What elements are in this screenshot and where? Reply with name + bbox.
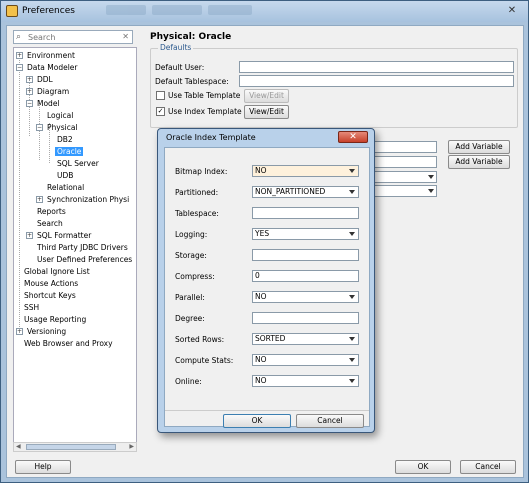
compress-label: Compress: [175, 272, 215, 281]
compute-stats-label: Compute Stats: [175, 356, 234, 365]
scroll-right-icon[interactable]: ▶ [129, 443, 134, 450]
tree-item-physical[interactable]: − Physical [36, 122, 78, 133]
sorted-rows-select[interactable]: SORTED [252, 333, 359, 345]
clear-search-icon[interactable]: ✕ [122, 32, 129, 41]
preferences-window: Preferences ✕ ⌕ ✕ +Environment −Data Mod… [0, 0, 529, 483]
bitmap-index-select[interactable]: NO [252, 165, 359, 177]
dialog-body: Bitmap Index: NO Partitioned: NON_PARTIT… [164, 147, 370, 428]
tree-item-web-browser[interactable]: Web Browser and Proxy [24, 338, 113, 349]
use-table-template-label: Use Table Template [168, 91, 241, 100]
tree-item-mouse-actions[interactable]: Mouse Actions [24, 278, 78, 289]
tree-item-udb[interactable]: UDB [57, 170, 73, 181]
use-index-template-checkbox[interactable]: ✓ [156, 107, 165, 116]
compress-field[interactable]: 0 [252, 270, 359, 282]
bitmap-index-label: Bitmap Index: [175, 167, 228, 176]
dialog-separator [165, 410, 369, 411]
tree-item-diagram[interactable]: + Diagram [26, 86, 69, 97]
tree-horizontal-scrollbar[interactable]: ◀ ▶ [13, 442, 137, 452]
window-title: Preferences [22, 6, 75, 16]
sorted-rows-label: Sorted Rows: [175, 335, 225, 344]
tree-item-ddl[interactable]: + DDL [26, 74, 53, 85]
tablespace-field[interactable] [252, 207, 359, 219]
preferences-tree[interactable]: + Environment − Data Modeler + DDL + Diagram… [13, 47, 137, 451]
tree-item-user-defined[interactable]: User Defined Preferences [37, 254, 132, 265]
partitioned-label: Partitioned: [175, 188, 219, 197]
add-variable-button-2[interactable]: Add Variable [448, 155, 510, 169]
tree-item-environment[interactable]: + Environment [16, 50, 75, 61]
dialog-close-icon[interactable]: ✕ [338, 131, 368, 143]
add-variable-button-1[interactable]: Add Variable [448, 140, 510, 154]
defaults-group: Defaults Default User: Default Tablespac… [150, 43, 518, 128]
parallel-select[interactable]: NO [252, 291, 359, 303]
tree-item-synchronization[interactable]: + Synchronization Physi [36, 194, 129, 205]
storage-field[interactable] [252, 249, 359, 261]
tree-item-db2[interactable]: DB2 [57, 134, 73, 145]
tree-item-sql-formatter[interactable]: + SQL Formatter [26, 230, 91, 241]
defaults-legend: Defaults [158, 43, 194, 52]
logging-select[interactable]: YES [252, 228, 359, 240]
search-input[interactable] [28, 32, 120, 42]
tree-item-sql-server[interactable]: SQL Server [57, 158, 99, 169]
close-icon[interactable]: ✕ [503, 4, 521, 18]
tree-item-oracle[interactable]: Oracle [55, 146, 84, 157]
tree-item-logical[interactable]: Logical [47, 110, 73, 121]
scrollbar-thumb[interactable] [26, 444, 116, 450]
index-view-edit-button[interactable]: View/Edit [244, 105, 289, 119]
degree-field[interactable] [252, 312, 359, 324]
tree-item-shortcut-keys[interactable]: Shortcut Keys [24, 290, 76, 301]
cancel-button[interactable]: Cancel [460, 460, 516, 474]
ok-button[interactable]: OK [395, 460, 451, 474]
use-index-template-label: Use Index Template [168, 107, 242, 116]
storage-label: Storage: [175, 251, 207, 260]
default-tablespace-field[interactable] [239, 75, 514, 87]
tree-item-model[interactable]: − Model [26, 98, 60, 109]
tree-item-global-ignore[interactable]: Global Ignore List [24, 266, 90, 277]
tree-item-data-modeler[interactable]: − Data Modeler [16, 62, 78, 73]
background-tabs [106, 5, 266, 17]
online-select[interactable]: NO [252, 375, 359, 387]
dialog-ok-button[interactable]: OK [223, 414, 291, 428]
dialog-cancel-button[interactable]: Cancel [296, 414, 364, 428]
title-bar[interactable]: Preferences ✕ [1, 1, 528, 22]
parallel-label: Parallel: [175, 293, 205, 302]
tree-item-reports[interactable]: Reports [37, 206, 66, 217]
tree-item-versioning[interactable]: + Versioning [16, 326, 66, 337]
use-table-template-checkbox[interactable] [156, 91, 165, 100]
search-icon: ⌕ [16, 32, 22, 42]
page-title: Physical: Oracle [150, 32, 232, 42]
search-box[interactable]: ⌕ ✕ [13, 30, 133, 44]
online-label: Online: [175, 377, 202, 386]
tree-item-search[interactable]: Search [37, 218, 63, 229]
tree-item-ssh[interactable]: SSH [24, 302, 39, 313]
tree-item-usage-reporting[interactable]: Usage Reporting [24, 314, 86, 325]
degree-label: Degree: [175, 314, 205, 323]
logging-label: Logging: [175, 230, 208, 239]
compute-stats-select[interactable]: NO [252, 354, 359, 366]
oracle-index-template-dialog: Oracle Index Template ✕ Bitmap Index: NO… [157, 128, 375, 433]
scroll-left-icon[interactable]: ◀ [16, 443, 21, 450]
default-tablespace-label: Default Tablespace: [155, 77, 229, 86]
dialog-title: Oracle Index Template [166, 133, 256, 142]
table-view-edit-button[interactable]: View/Edit [244, 89, 289, 103]
tree-item-relational[interactable]: Relational [47, 182, 84, 193]
help-button[interactable]: Help [15, 460, 71, 474]
app-icon [6, 5, 18, 17]
tablespace-label: Tablespace: [175, 209, 219, 218]
tree-item-third-party-jdbc[interactable]: Third Party JDBC Drivers [37, 242, 128, 253]
default-user-label: Default User: [155, 63, 205, 72]
default-user-field[interactable] [239, 61, 514, 73]
partitioned-select[interactable]: NON_PARTITIONED [252, 186, 359, 198]
